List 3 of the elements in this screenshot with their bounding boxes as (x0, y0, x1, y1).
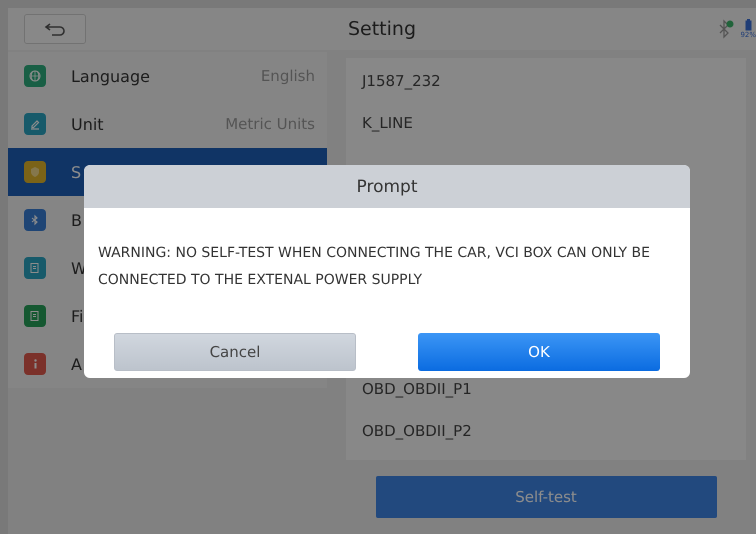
dialog-title: Prompt (84, 165, 690, 208)
warning-message: WARNING: NO SELF-TEST WHEN CONNECTING THE CAR, VCI BOX CAN ONLY BE CONNECTED TO THE EXTENAL POWER SUPPLY (98, 244, 651, 290)
screen-title: Setting (348, 18, 416, 40)
